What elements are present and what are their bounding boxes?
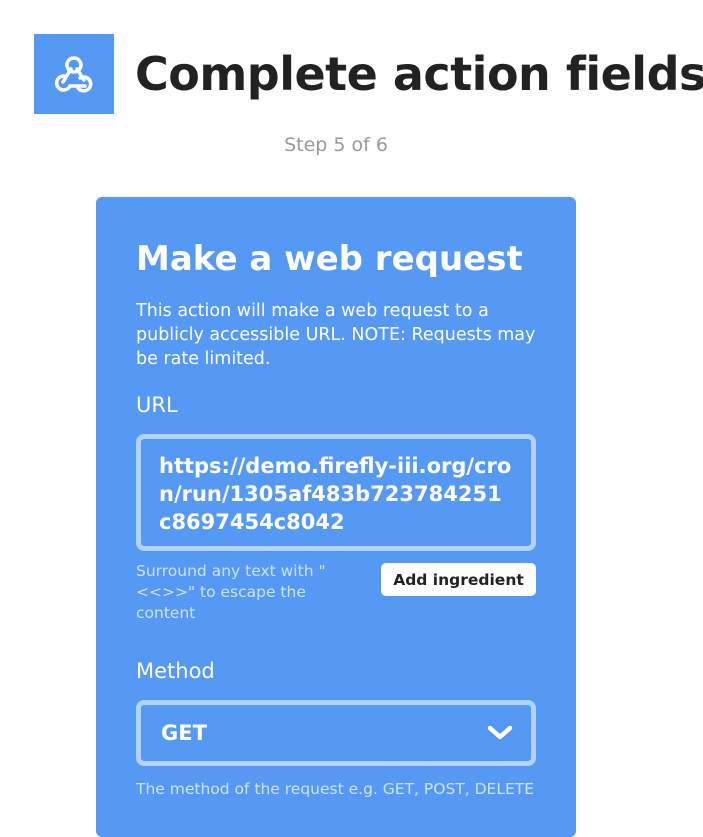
service-logo	[34, 34, 114, 114]
step-indicator: Step 5 of 6	[284, 134, 388, 156]
action-card: Make a web request This action will make…	[96, 197, 576, 837]
method-selected-value: GET	[161, 721, 207, 745]
page-title: Complete action fields	[135, 47, 703, 101]
page-header: Complete action fields	[34, 34, 703, 114]
url-label: URL	[136, 393, 178, 417]
method-label: Method	[136, 659, 215, 683]
method-helper-text: The method of the request e.g. GET, POST…	[136, 780, 535, 798]
add-ingredient-button[interactable]: Add ingredient	[381, 563, 536, 596]
action-description: This action will make a web request to a…	[136, 301, 536, 369]
url-helper-text: Surround any text with "<<>>" to escape …	[136, 562, 326, 622]
url-input[interactable]: https://demo.firefly-iii.org/cron/run/13…	[136, 434, 536, 551]
url-helper-row: Surround any text with "<<>>" to escape …	[136, 561, 536, 627]
chevron-down-icon	[487, 725, 513, 740]
method-select[interactable]: GET	[136, 700, 536, 766]
webhooks-icon	[54, 56, 93, 93]
action-title: Make a web request	[136, 239, 523, 279]
